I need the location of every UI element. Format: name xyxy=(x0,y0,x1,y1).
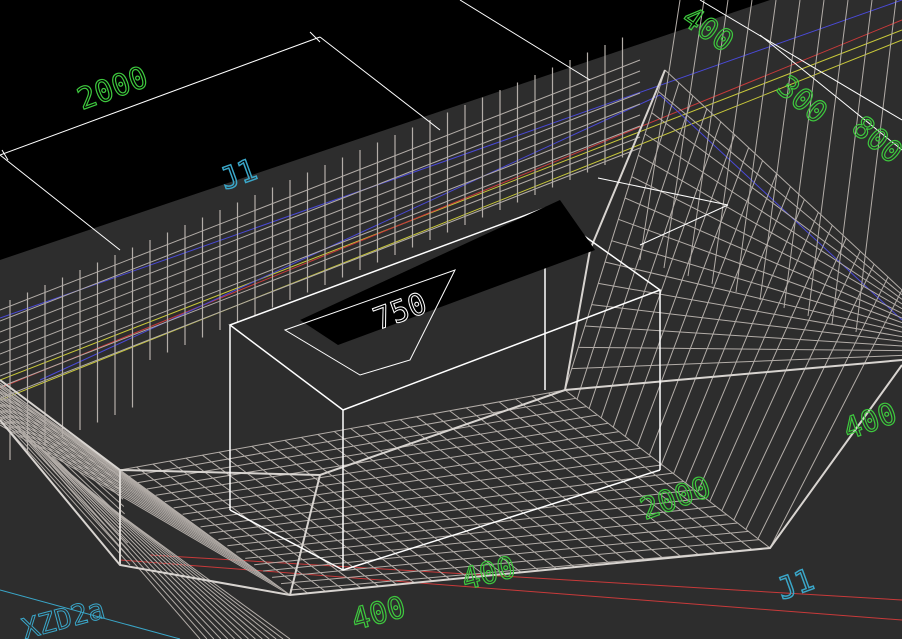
cad-viewport[interactable]: 2000 400 300 800 2000 400 400 400 750 J1… xyxy=(0,0,902,639)
wireframe-scene[interactable]: 2000 400 300 800 2000 400 400 400 750 J1… xyxy=(0,0,902,639)
